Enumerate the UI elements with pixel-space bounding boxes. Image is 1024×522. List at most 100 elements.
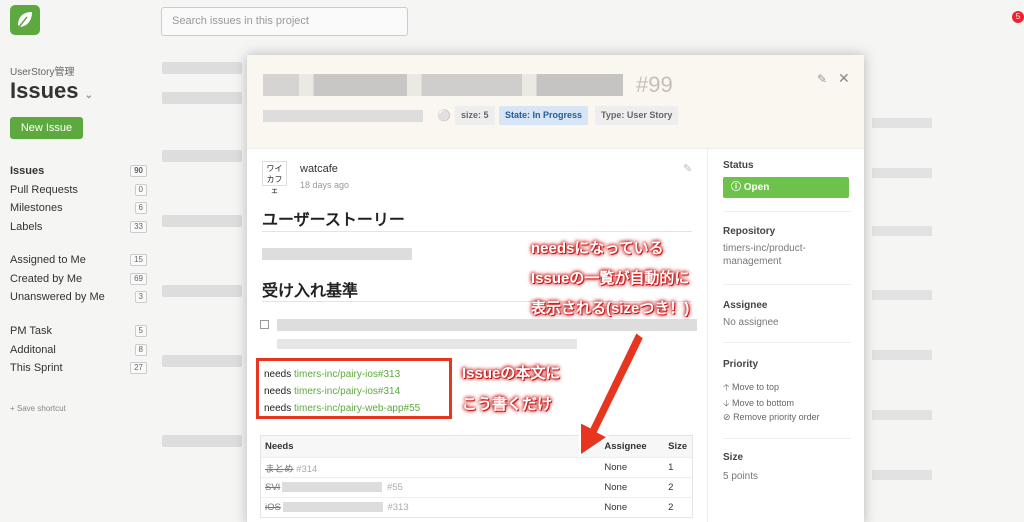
sidebar-item-label: Unanswered by Me [10,291,105,304]
needs-issue-title[interactable]: SVI [265,482,280,493]
sidebar-item-additonal[interactable]: Additonal 8 [10,341,147,360]
edit-pencil-icon[interactable]: ✎ [817,72,827,86]
sidebar-nav-group-3: PM Task 5 Additonal 8 This Sprint 27 [10,322,147,378]
needs-highlight-box: needs timers-inc/pairy-ios#313 needs tim… [256,358,452,419]
status-label: Status [723,160,754,171]
needs-cell: iOS #313 [261,502,604,513]
table-row[interactable]: iOS #313 None 2 [261,497,692,517]
avatar[interactable]: ワイ カフェ [262,161,287,195]
sidebar-item-unanswered-by-me[interactable]: Unanswered by Me 3 [10,288,147,307]
page-title: Issues ⌄ [10,78,93,104]
issue-title-blurred [263,74,623,96]
issue-link[interactable]: timers-inc/pairy-web-app#55 [294,403,420,414]
annotation-text: 表示される(sizeつき！) [531,300,690,317]
action-label: Move to top [731,382,780,392]
needs-prefix: needs [264,386,292,397]
assignee-label: Assignee [723,300,768,311]
sidebar-item-issues[interactable]: Issues 90 [10,162,147,181]
assignee-cell: None [604,462,628,473]
repository-label: Repository [723,226,776,237]
label-type[interactable]: Type: User Story [595,106,679,125]
timestamp: 18 days ago [300,180,350,190]
needs-issue-number[interactable]: #314 [296,464,317,475]
issue-sidebar: Status ⓘ Open Repository timers-inc/prod… [707,149,864,522]
table-row[interactable]: SVI #55 None 2 [261,477,692,497]
table-row[interactable]: まとめ #314 None 1 [261,457,692,477]
sidebar-item-count: 6 [134,202,147,215]
background-list-blur [162,92,242,104]
needs-issue-number[interactable]: #55 [387,482,403,493]
issue-number: #99 [636,72,673,97]
issue-header: #99 ✎ ✕ ⚪ size: 5 State: In Progress Typ… [247,55,864,149]
notification-badge[interactable]: 5 [1012,11,1024,23]
move-to-top-action[interactable]: 🡡 Move to top [723,380,779,396]
label-state[interactable]: State: In Progress [499,106,589,125]
arrow-up-icon: 🡡 [723,382,730,392]
background-list-blur [162,285,242,297]
annotation-text: Issueの本文に [462,365,561,382]
action-label: Remove priority order [733,412,820,422]
sidebar-nav-group-2: Assigned to Me 15 Created by Me 69 Unanswe… [10,251,147,307]
task-checkbox[interactable] [260,320,269,329]
sidebar-item-count: 3 [134,291,147,304]
issue-link[interactable]: timers-inc/pairy-ios#313 [294,369,400,380]
background-list-blur [872,470,932,480]
info-icon: ⓘ [731,182,741,193]
sidebar-item-this-sprint[interactable]: This Sprint 27 [10,359,147,378]
column-header-size: Size [668,441,688,452]
sidebar-item-count: 90 [130,165,147,178]
sidebar-item-created-by-me[interactable]: Created by Me 69 [10,270,147,289]
needs-prefix: needs [264,369,292,380]
size-cell: 2 [668,482,674,493]
move-to-bottom-action[interactable]: 🡣 Move to bottom [723,396,794,412]
criteria-text-blurred [277,339,577,349]
repository-value[interactable]: timers-inc/product-management [723,242,853,268]
needs-line: needs timers-inc/pairy-ios#314 [264,383,444,400]
background-list-blur [162,435,242,447]
new-issue-button[interactable]: New Issue [10,117,83,139]
sidebar-item-labels[interactable]: Labels 33 [10,218,147,237]
assignee-cell: None [604,502,628,513]
assignee-cell: None [604,482,628,493]
needs-prefix: needs [264,403,292,414]
divider [723,438,851,439]
background-list-blur [162,215,242,227]
divider [723,211,851,212]
project-name[interactable]: UserStory管理 [10,63,74,78]
heading-acceptance-criteria: 受け入れ基準 [262,283,359,300]
status-open-button[interactable]: ⓘ Open [723,177,849,198]
sidebar-item-pull-requests[interactable]: Pull Requests 0 [10,181,147,200]
sidebar-item-count: 5 [134,325,147,338]
no-entry-icon: ⊘ [723,412,731,422]
chevron-down-icon[interactable]: ⌄ [85,90,93,101]
sidebar-item-count: 15 [130,254,147,267]
assignee-value[interactable]: No assignee [723,316,853,329]
annotation-arrow-icon [579,330,646,458]
needs-issue-title[interactable]: iOS [265,502,281,513]
sidebar-item-label: Additonal [10,343,56,356]
page-title-text: Issues [10,78,79,103]
sidebar-item-pm-task[interactable]: PM Task 5 [10,322,147,341]
label-size[interactable]: size: 5 [455,106,495,125]
sidebar-item-assigned-to-me[interactable]: Assigned to Me 15 [10,251,147,270]
app-logo[interactable] [10,5,40,35]
issue-modal: #99 ✎ ✕ ⚪ size: 5 State: In Progress Typ… [247,55,864,522]
sidebar-item-label: Milestones [10,202,63,215]
issue-link[interactable]: timers-inc/pairy-ios#314 [294,386,400,397]
leaf-icon [18,12,32,28]
issue-subtitle-blurred [263,110,423,122]
edit-comment-icon[interactable]: ✎ [683,162,692,175]
save-shortcut-link[interactable]: + Save shortcut [10,404,66,413]
background-list-blur [162,62,242,74]
search-input[interactable]: Search issues in this project [161,7,408,36]
close-icon[interactable]: ✕ [838,70,850,87]
background-list-blur [872,410,932,420]
sidebar-item-milestones[interactable]: Milestones 6 [10,199,147,218]
needs-line: needs timers-inc/pairy-web-app#55 [264,400,444,417]
needs-issue-number[interactable]: #313 [387,502,408,513]
size-label: Size [723,452,744,463]
background-list-blur [872,118,932,128]
remove-priority-action[interactable]: ⊘ Remove priority order [723,412,820,423]
author-name[interactable]: watcafe [300,163,338,175]
needs-issue-title[interactable]: まとめ [265,464,294,475]
